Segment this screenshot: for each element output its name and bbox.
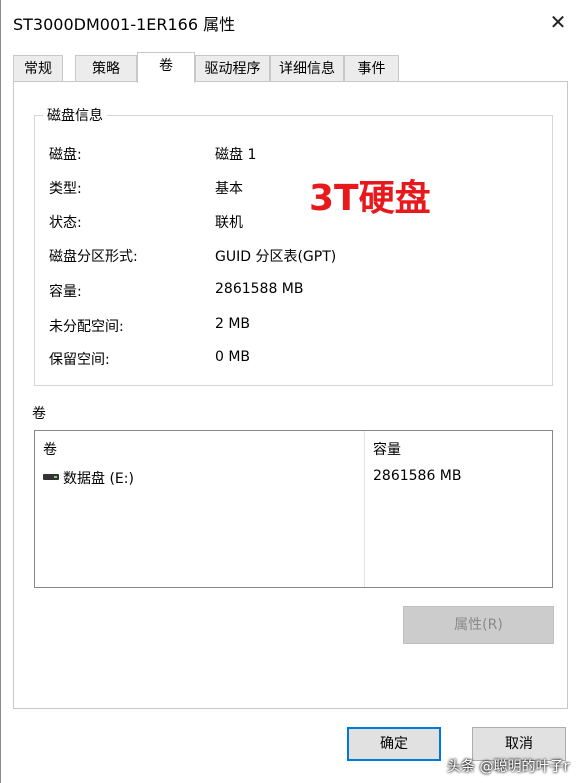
capacity-value: 2861588 MB bbox=[215, 281, 304, 297]
disk-info-group: 磁盘信息 磁盘: 磁盘 1 类型: 基本 状态: 联机 磁盘分区形式: GUID… bbox=[34, 105, 553, 386]
window-title: ST3000DM001-1ER166 属性 bbox=[13, 15, 236, 34]
volume-name: 数据盘 (E:) bbox=[63, 471, 134, 487]
tab-details[interactable]: 详细信息 bbox=[270, 55, 344, 82]
type-label: 类型: bbox=[49, 181, 82, 197]
volumes-section-label: 卷 bbox=[32, 406, 46, 422]
disk-value: 磁盘 1 bbox=[215, 147, 257, 163]
watermark-text: 头条 @聪明的叶子r bbox=[447, 759, 570, 775]
close-button[interactable]: ✕ bbox=[545, 9, 571, 35]
tab-events[interactable]: 事件 bbox=[344, 55, 399, 82]
volumes-tab-panel: 磁盘信息 磁盘: 磁盘 1 类型: 基本 状态: 联机 磁盘分区形式: GUID… bbox=[13, 81, 568, 709]
volume-list[interactable]: 卷 容量 数据盘 (E:) 2861586 MB bbox=[34, 430, 553, 588]
column-header-capacity[interactable]: 容量 bbox=[373, 439, 401, 459]
capacity-label: 容量: bbox=[49, 284, 82, 300]
partition-style-label: 磁盘分区形式: bbox=[49, 249, 138, 265]
drive-icon bbox=[43, 474, 59, 480]
reserved-value: 0 MB bbox=[215, 349, 251, 365]
column-divider[interactable] bbox=[364, 431, 365, 587]
disk-info-title: 磁盘信息 bbox=[43, 105, 107, 125]
type-value: 基本 bbox=[215, 181, 243, 197]
tab-general[interactable]: 常规 bbox=[13, 55, 63, 82]
tab-volumes[interactable]: 卷 bbox=[137, 52, 195, 83]
reserved-label: 保留空间: bbox=[49, 352, 110, 368]
status-label: 状态: bbox=[49, 215, 82, 231]
disk-label: 磁盘: bbox=[49, 147, 82, 163]
volume-capacity: 2861586 MB bbox=[373, 468, 462, 484]
unallocated-label: 未分配空间: bbox=[49, 319, 124, 335]
tab-policy[interactable]: 策略 bbox=[75, 55, 137, 82]
annotation-text: 3T硬盘 bbox=[309, 178, 431, 219]
partition-style-value: GUID 分区表(GPT) bbox=[215, 249, 337, 265]
properties-button[interactable]: 属性(R) bbox=[403, 606, 554, 644]
tab-driver[interactable]: 驱动程序 bbox=[195, 55, 270, 82]
ok-button[interactable]: 确定 bbox=[347, 727, 441, 761]
unallocated-value: 2 MB bbox=[215, 316, 251, 332]
status-value: 联机 bbox=[215, 215, 243, 231]
title-bar: ST3000DM001-1ER166 属性 ✕ bbox=[1, 0, 577, 44]
column-header-volume[interactable]: 卷 bbox=[43, 439, 57, 459]
properties-dialog: ST3000DM001-1ER166 属性 ✕ 常规 策略 卷 驱动程序 详细信… bbox=[0, 0, 577, 783]
